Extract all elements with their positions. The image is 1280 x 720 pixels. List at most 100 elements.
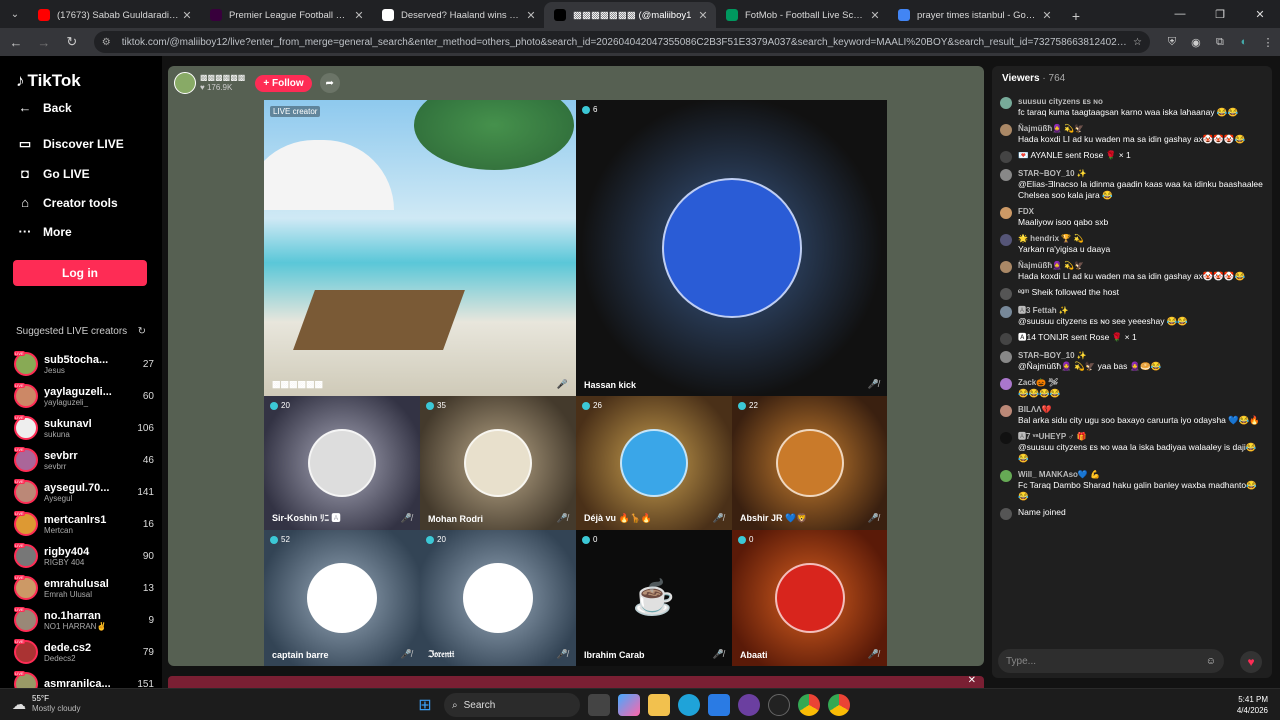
chat-avatar[interactable]: [1000, 151, 1012, 163]
chat-avatar[interactable]: [1000, 333, 1012, 345]
host-avatar[interactable]: [174, 72, 196, 94]
chat-avatar[interactable]: [1000, 234, 1012, 246]
browser-tab[interactable]: (17673) Sabab Guuldaradii City ✕: [28, 2, 200, 28]
profile-avatar[interactable]: ◐: [1232, 30, 1256, 54]
tab-close-icon[interactable]: ✕: [868, 9, 882, 22]
chat-avatar[interactable]: [1000, 288, 1012, 300]
creator-row[interactable]: LIVE sevbrr sevbrr 46: [14, 444, 154, 476]
sidebar-item-go-live[interactable]: ◘ Go LIVE: [16, 166, 90, 181]
chat-avatar[interactable]: [1000, 405, 1012, 417]
creator-row[interactable]: LIVE sukunavl sukuna 106: [14, 412, 154, 444]
chat-avatar[interactable]: [1000, 261, 1012, 273]
browser-tab[interactable]: Deserved? Haaland wins UEFA ✕: [372, 2, 544, 28]
chrome-profile-icon[interactable]: [828, 694, 850, 716]
sidebar-item-more[interactable]: ··· More: [16, 224, 72, 239]
tab-close-icon[interactable]: ✕: [1040, 9, 1054, 22]
weather-widget[interactable]: ☁ 55°F Mostly cloudy: [12, 694, 80, 714]
chat-username[interactable]: Ñajmüßħ🧕 💫🦅: [1018, 260, 1245, 271]
heart-icon[interactable]: ♥: [1240, 651, 1262, 673]
creator-row[interactable]: LIVE mertcanlrs1 Mertcan 16: [14, 508, 154, 540]
github-icon[interactable]: [768, 694, 790, 716]
creator-row[interactable]: LIVE no.1harran NO1 HARRAN✌ 9: [14, 604, 154, 636]
guest-tile[interactable]: 6 Hassan kick 🎤̸: [576, 100, 887, 396]
chat-avatar[interactable]: [1000, 508, 1012, 520]
extension-globe-icon[interactable]: ◉: [1184, 30, 1208, 54]
reload-icon[interactable]: ↻: [60, 30, 84, 54]
address-bar[interactable]: ⚙ tiktok.com/@maliiboy12/live?enter_from…: [93, 31, 1150, 53]
banner-close-icon[interactable]: ✕: [968, 675, 976, 686]
chrome-icon[interactable]: [798, 694, 820, 716]
chat-avatar[interactable]: [1000, 351, 1012, 363]
system-clock[interactable]: 5:41 PM 4/4/2026: [1237, 694, 1268, 716]
share-icon[interactable]: ➦: [319, 73, 340, 93]
sidebar-item-creator-tools[interactable]: ⌂ Creator tools: [16, 195, 118, 210]
task-view-icon[interactable]: [588, 694, 610, 716]
browser-tab[interactable]: Premier League Football News ✕: [200, 2, 372, 28]
guest-tile[interactable]: 20 ℑ𝔬𝔯𝔢𝔫𝔱𝔦 🎤̸: [420, 530, 576, 666]
chat-username[interactable]: 🅰7 ᵛᵃUHEYP ♂ 🎁: [1018, 431, 1264, 442]
close-window-icon[interactable]: ✕: [1240, 0, 1280, 28]
tab-close-icon[interactable]: ✕: [352, 9, 366, 22]
browser-tab[interactable]: prayer times istanbul - Google ✕: [888, 2, 1060, 28]
creator-row[interactable]: LIVE asmranilca... 151: [14, 668, 154, 688]
chat-username[interactable]: STAR~BOY_10 ✨: [1018, 350, 1161, 361]
creator-row[interactable]: LIVE aysegul.70... Aysegul 141: [14, 476, 154, 508]
chat-username[interactable]: 🌟 hendrix 🏆 💫: [1018, 233, 1110, 244]
windows-start-icon[interactable]: ⊞: [414, 694, 436, 716]
copilot-icon[interactable]: [618, 694, 640, 716]
site-info-icon[interactable]: ⚙: [102, 37, 116, 48]
creator-row[interactable]: LIVE yaylaguzeli... yaylaguzeli_ 60: [14, 380, 154, 412]
forward-icon[interactable]: →: [32, 30, 56, 54]
file-explorer-icon[interactable]: [648, 694, 670, 716]
menu-dots-icon[interactable]: ⋮: [1256, 30, 1280, 54]
guest-tile[interactable]: 0 Abaati 🎤̸: [732, 530, 887, 666]
browser-tab[interactable]: FotMob - Football Live Scores ✕: [716, 2, 888, 28]
chat-avatar[interactable]: [1000, 169, 1012, 181]
tiktok-logo[interactable]: ♪ TikTok: [16, 71, 81, 91]
guest-tile[interactable]: ☕ 0 Ibrahim Carab 🎤̸: [576, 530, 732, 666]
chat-username[interactable]: FDX: [1018, 206, 1108, 217]
chat-username[interactable]: BILΛΛ💔: [1018, 404, 1260, 415]
tab-close-icon[interactable]: ✕: [180, 9, 194, 22]
browser-tab[interactable]: ▩▩▩▩▩▩▩ (@maliiboy1 ✕: [544, 2, 716, 28]
shield-icon[interactable]: ⛨: [1160, 30, 1184, 54]
guest-tile[interactable]: 26 Déjà vu 🔥🦒🔥 🎤̸: [576, 396, 732, 530]
guest-tile[interactable]: 20 Sir-Koshin ﾘﾆ 🅰 🎤̸: [264, 396, 420, 530]
edge-icon[interactable]: [678, 694, 700, 716]
store-icon[interactable]: [708, 694, 730, 716]
chat-username[interactable]: suusuu cityzens ᴇs ɴᴏ: [1018, 96, 1238, 107]
tab-close-icon[interactable]: ✕: [696, 9, 710, 22]
taskbar-search[interactable]: ⌕ Search: [444, 693, 580, 717]
chat-username[interactable]: Will_ MANKAso💙 💪: [1018, 469, 1264, 480]
maximize-icon[interactable]: ❐: [1200, 0, 1240, 28]
tab-search-icon[interactable]: ⌄: [2, 3, 28, 25]
chat-avatar[interactable]: [1000, 432, 1012, 444]
sidebar-item-discover-live[interactable]: ▭ Discover LIVE: [16, 136, 124, 152]
guest-tile[interactable]: 35 Mohan Rodri 🎤̸: [420, 396, 576, 530]
follow-button[interactable]: + Follow: [255, 74, 312, 92]
chat-username[interactable]: 🅰3 Fettah ✨: [1018, 305, 1188, 316]
bookmark-star-icon[interactable]: ☆: [1133, 37, 1142, 48]
sidebar-item-back[interactable]: ← Back: [16, 100, 72, 115]
chat-avatar[interactable]: [1000, 378, 1012, 390]
creator-row[interactable]: LIVE dede.cs2 Dedecs2 79: [14, 636, 154, 668]
chat-username[interactable]: STAR~BOY_10 ✨: [1018, 168, 1264, 179]
guest-tile[interactable]: 52 captain barre 🎤̸: [264, 530, 420, 666]
creator-row[interactable]: LIVE sub5tocha... Jesus 27: [14, 348, 154, 380]
chat-username[interactable]: Zack🎃 🛩: [1018, 377, 1060, 388]
host-name[interactable]: ▩▩▩▩▩▩: [200, 73, 245, 83]
new-tab-button[interactable]: +: [1064, 4, 1088, 28]
refresh-icon[interactable]: ↻: [138, 326, 146, 337]
guest-tile[interactable]: LIVE creator ▩▩▩▩▩▩ 🎤̸: [264, 100, 576, 396]
emoji-icon[interactable]: ☺: [1206, 656, 1216, 667]
chat-avatar[interactable]: [1000, 207, 1012, 219]
chat-input[interactable]: Type... ☺: [998, 649, 1224, 673]
chat-avatar[interactable]: [1000, 124, 1012, 136]
creator-row[interactable]: LIVE rigby404 RIGBY 404 90: [14, 540, 154, 572]
back-icon[interactable]: ←: [4, 30, 28, 54]
puzzle-icon[interactable]: ⧉: [1208, 30, 1232, 54]
creator-row[interactable]: LIVE emrahulusal Emrah Ulusal 13: [14, 572, 154, 604]
minimize-icon[interactable]: —: [1160, 0, 1200, 28]
app-icon[interactable]: [738, 694, 760, 716]
guest-tile[interactable]: 22 Abshir JR 💙🦁 🎤̸: [732, 396, 887, 530]
